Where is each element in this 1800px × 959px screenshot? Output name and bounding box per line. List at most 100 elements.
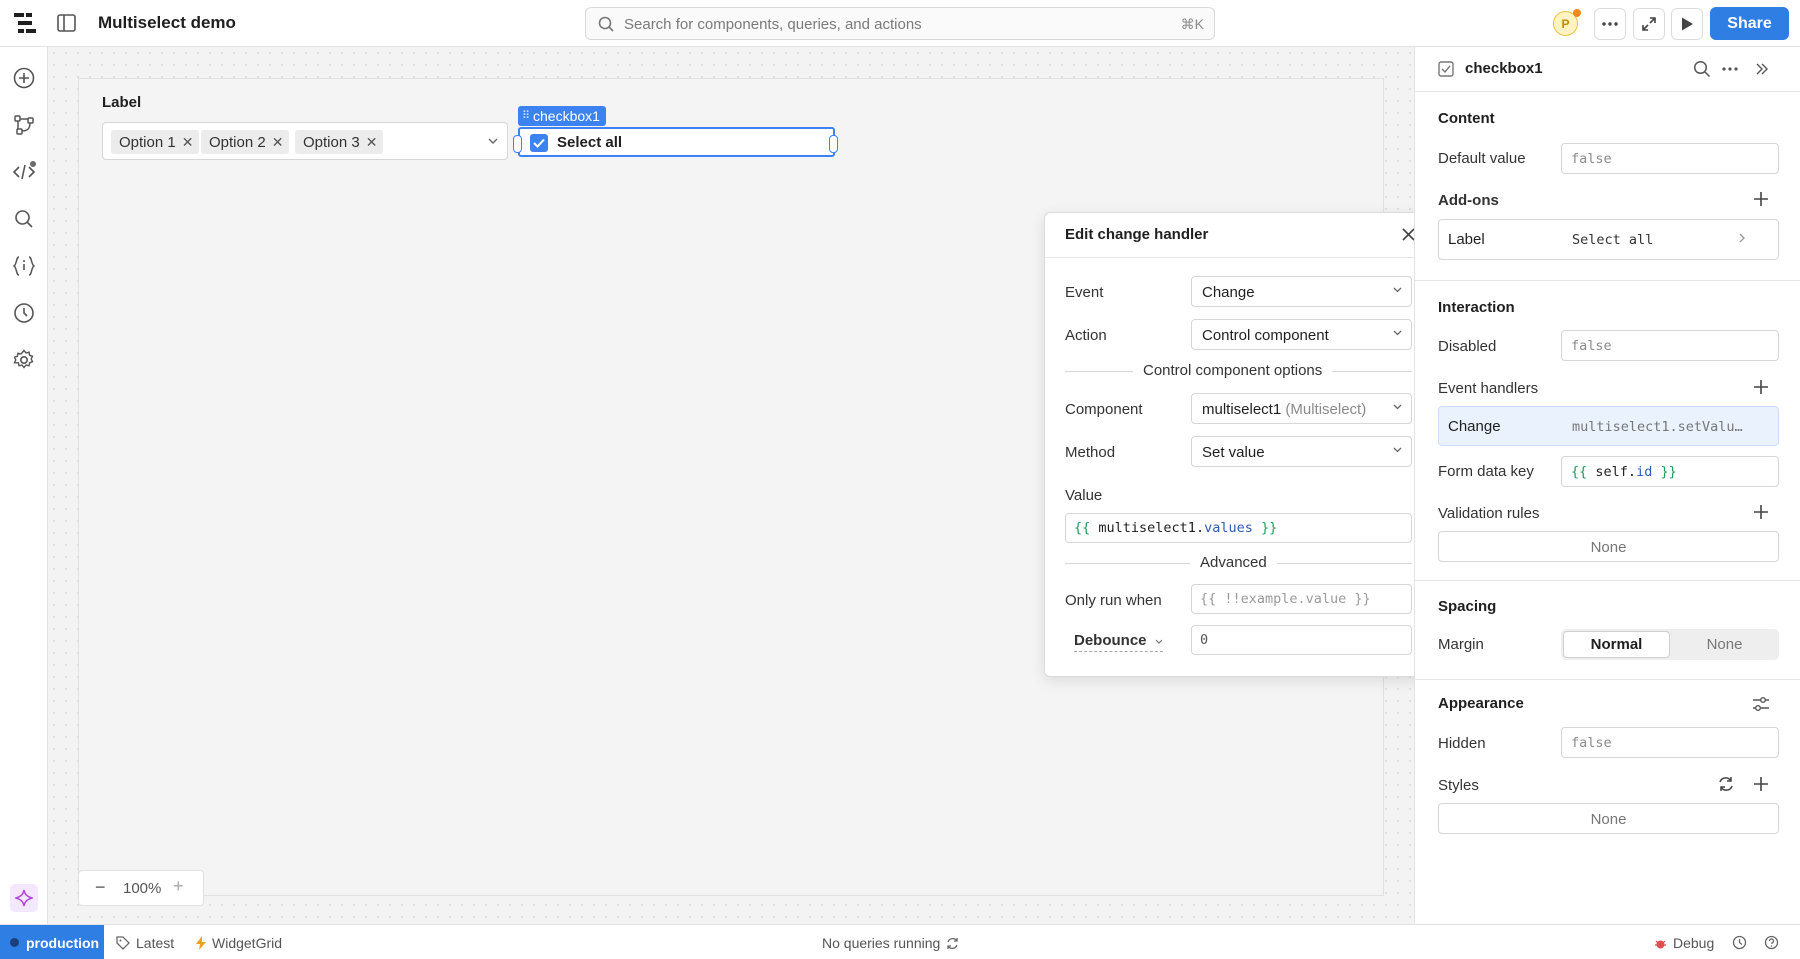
- share-button[interactable]: Share: [1710, 7, 1789, 40]
- settings-gear-icon[interactable]: [12, 348, 36, 372]
- tag-label: Option 3: [303, 133, 360, 151]
- environment-label: production: [26, 934, 100, 951]
- retool-logo-icon[interactable]: [14, 13, 36, 33]
- notification-dot: [1573, 9, 1581, 17]
- inspector-component-name[interactable]: checkbox1: [1465, 60, 1543, 77]
- hidden-input[interactable]: false: [1561, 727, 1779, 758]
- add-validation-rule-plus-icon[interactable]: [1753, 504, 1769, 520]
- drag-handle-icon[interactable]: ⠿: [522, 106, 530, 126]
- event-label: Event: [1065, 284, 1104, 301]
- remove-tag-icon[interactable]: ✕: [272, 134, 284, 151]
- margin-option-normal[interactable]: Normal: [1563, 631, 1670, 658]
- checkbox-checked-icon[interactable]: [530, 134, 548, 152]
- value-code-input[interactable]: {{ multiselect1.values }}: [1065, 513, 1412, 543]
- handler-action: multiselect1.setValu…: [1572, 419, 1743, 435]
- code-brace-open: {{: [1074, 520, 1091, 536]
- validation-rules-empty[interactable]: None: [1438, 531, 1779, 562]
- code-brace-close: }}: [1261, 520, 1278, 536]
- environment-selector[interactable]: production: [0, 925, 104, 959]
- ai-assist-sparkle-icon[interactable]: [10, 884, 38, 912]
- queries-status[interactable]: No queries running: [822, 935, 959, 951]
- addon-label-row[interactable]: Label Select all: [1438, 219, 1779, 260]
- chevron-right-icon: [1739, 233, 1745, 243]
- event-select[interactable]: Change: [1191, 276, 1412, 307]
- version-selector[interactable]: Latest: [116, 935, 174, 951]
- checkbox-component[interactable]: Select all: [513, 127, 838, 157]
- add-addon-plus-icon[interactable]: [1753, 191, 1769, 207]
- appearance-section-title[interactable]: Appearance: [1438, 695, 1524, 712]
- state-variables-icon[interactable]: [12, 254, 36, 278]
- multiselect-tag[interactable]: Option 2 ✕: [201, 130, 290, 154]
- edit-change-handler-popover: Edit change handler Event Change Action …: [1044, 212, 1431, 677]
- zoom-level: 100%: [123, 880, 162, 897]
- help-icon[interactable]: [1764, 935, 1779, 950]
- zoom-in-button[interactable]: +: [173, 876, 184, 897]
- form-data-key-label: Form data key: [1438, 463, 1534, 480]
- section-title-control-options: Control component options: [1133, 362, 1333, 379]
- fullscreen-button[interactable]: [1633, 8, 1665, 40]
- add-event-handler-plus-icon[interactable]: [1753, 379, 1769, 395]
- style-sliders-icon[interactable]: [1752, 696, 1770, 712]
- hidden-label: Hidden: [1438, 735, 1486, 752]
- component-name-tag[interactable]: ⠿ checkbox1: [518, 106, 606, 126]
- component-select[interactable]: multiselect1 (Multiselect): [1191, 393, 1412, 424]
- disabled-input[interactable]: false: [1561, 330, 1779, 361]
- code-icon[interactable]: [12, 160, 36, 184]
- code-object: multiselect1: [1098, 520, 1196, 536]
- chevron-down-icon[interactable]: [488, 138, 498, 144]
- add-component-icon[interactable]: [12, 66, 36, 90]
- history-icon[interactable]: [12, 301, 36, 325]
- chevron-down-icon: [1393, 287, 1402, 293]
- debounce-toggle[interactable]: Debounce: [1074, 632, 1163, 652]
- zoom-out-button[interactable]: −: [95, 877, 106, 898]
- multiselect-input[interactable]: Option 1 ✕ Option 2 ✕ Option 3 ✕: [102, 122, 508, 160]
- preview-button[interactable]: [1671, 8, 1703, 40]
- multiselect-tag[interactable]: Option 1 ✕: [111, 130, 200, 154]
- search-icon[interactable]: [1693, 60, 1711, 78]
- history-icon[interactable]: [1732, 935, 1747, 950]
- remove-tag-icon[interactable]: ✕: [366, 134, 378, 151]
- queries-status-text: No queries running: [822, 935, 941, 951]
- content-section-title[interactable]: Content: [1438, 110, 1495, 127]
- event-handler-row[interactable]: Change multiselect1.setValu…: [1438, 406, 1779, 446]
- debug-button[interactable]: Debug: [1654, 935, 1714, 951]
- collapse-panel-icon[interactable]: [1755, 63, 1769, 75]
- search-icon[interactable]: [12, 207, 36, 231]
- remove-tag-icon[interactable]: ✕: [182, 134, 194, 151]
- chevron-down-icon: [1393, 404, 1402, 410]
- app-title[interactable]: Multiselect demo: [98, 13, 236, 33]
- resize-handle-left[interactable]: [513, 135, 522, 153]
- only-run-when-label: Only run when: [1065, 592, 1162, 609]
- code-property: id: [1636, 464, 1653, 480]
- more-options-icon[interactable]: [1722, 67, 1738, 71]
- reset-styles-icon[interactable]: [1717, 776, 1735, 792]
- method-select[interactable]: Set value: [1191, 436, 1412, 467]
- search-shortcut: ⌘K: [1180, 16, 1204, 32]
- multiselect-tag[interactable]: Option 3 ✕: [295, 130, 384, 154]
- popover-title: Edit change handler: [1065, 226, 1209, 243]
- interaction-section-title[interactable]: Interaction: [1438, 299, 1515, 316]
- more-options-button[interactable]: [1594, 8, 1626, 40]
- checkbox-label: Select all: [557, 134, 623, 151]
- component-tree-icon[interactable]: [12, 113, 36, 137]
- resize-handle-right[interactable]: [829, 135, 838, 153]
- margin-option-none[interactable]: None: [1672, 631, 1777, 658]
- default-value-input[interactable]: false: [1561, 143, 1779, 174]
- layout-indicator[interactable]: WidgetGrid: [196, 935, 282, 951]
- component-type: (Multiselect): [1285, 401, 1367, 418]
- play-icon: [1682, 17, 1693, 31]
- divider: [1045, 257, 1430, 258]
- styles-empty[interactable]: None: [1438, 803, 1779, 834]
- form-data-key-input[interactable]: {{ self.id }}: [1561, 456, 1779, 487]
- add-style-plus-icon[interactable]: [1753, 776, 1769, 792]
- chevron-down-icon: [1393, 447, 1402, 453]
- search-input[interactable]: Search for components, queries, and acti…: [585, 7, 1215, 40]
- only-run-when-input[interactable]: {{ !!example.value }}: [1191, 584, 1412, 614]
- sidebar-toggle-icon[interactable]: [57, 14, 76, 32]
- debounce-input[interactable]: 0: [1191, 625, 1412, 655]
- action-select[interactable]: Control component: [1191, 319, 1412, 350]
- code-property: values: [1204, 520, 1253, 536]
- action-label: Action: [1065, 327, 1107, 344]
- spacing-section-title[interactable]: Spacing: [1438, 598, 1496, 615]
- top-bar: Multiselect demo Search for components, …: [0, 0, 1800, 47]
